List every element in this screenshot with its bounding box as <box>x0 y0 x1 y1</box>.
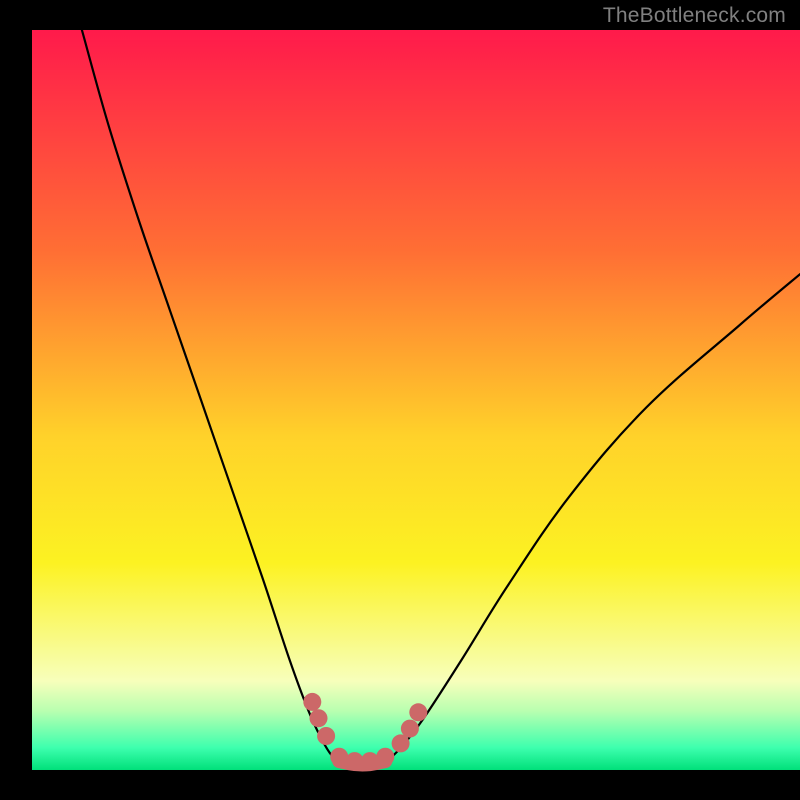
valley-dot <box>310 709 328 727</box>
plot-area <box>32 30 800 770</box>
valley-dot <box>330 748 348 766</box>
valley-dot <box>401 720 419 738</box>
valley-dot <box>376 748 394 766</box>
valley-dot <box>317 727 335 745</box>
bottleneck-chart <box>0 0 800 800</box>
chart-stage: TheBottleneck.com <box>0 0 800 800</box>
valley-dot <box>409 703 427 721</box>
valley-dot <box>303 693 321 711</box>
watermark-text: TheBottleneck.com <box>603 4 786 28</box>
valley-dot <box>392 734 410 752</box>
valley-dot <box>361 752 379 770</box>
